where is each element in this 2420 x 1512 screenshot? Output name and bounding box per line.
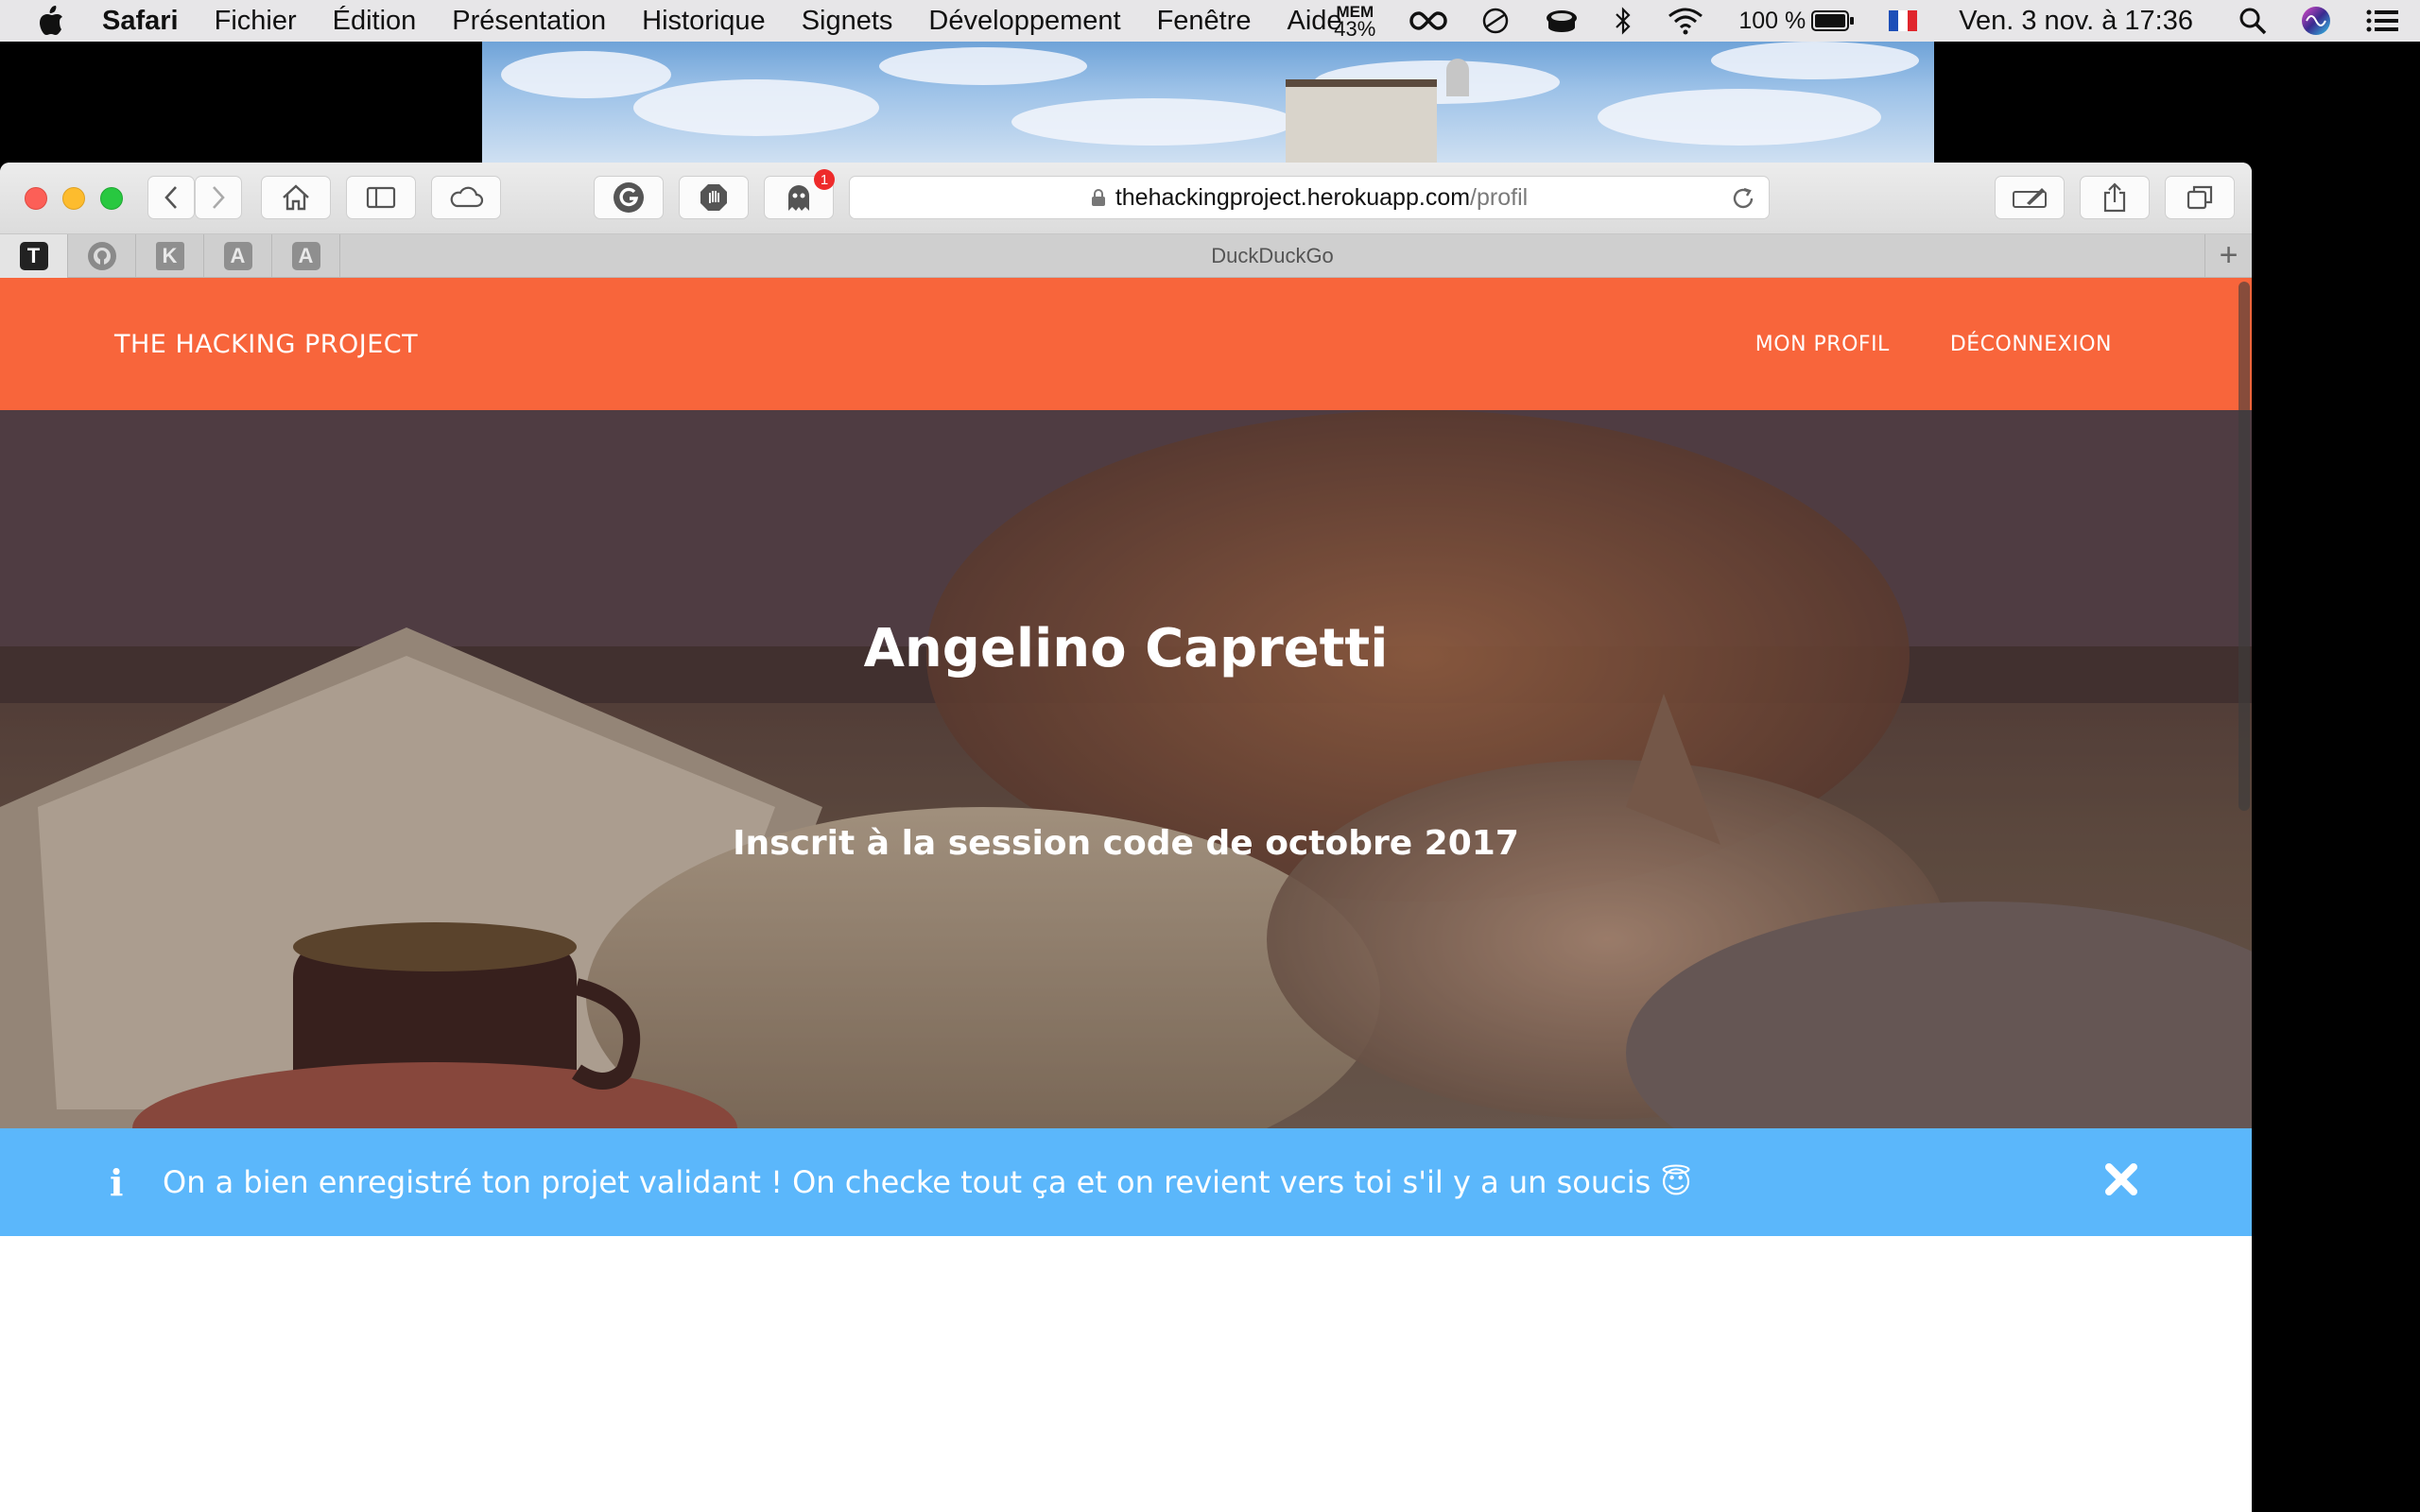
apple-menu-icon[interactable] bbox=[38, 6, 66, 36]
pinned-tab-a-icon: A bbox=[223, 241, 252, 270]
pinned-tab-github[interactable] bbox=[68, 233, 136, 278]
safari-window: 1 thehackingproject.herokuapp.com/profil… bbox=[0, 163, 2252, 1512]
spotlight-search-icon[interactable] bbox=[2238, 7, 2267, 35]
browser-toolbar: 1 thehackingproject.herokuapp.com/profil bbox=[0, 163, 2252, 234]
battery-icon[interactable] bbox=[1811, 9, 1855, 32]
share-icon bbox=[2103, 182, 2126, 213]
info-icon: i bbox=[110, 1160, 124, 1204]
ghostery-extension-button[interactable]: 1 bbox=[764, 169, 835, 219]
desktop-wallpaper bbox=[482, 42, 1934, 163]
page-scrollbar[interactable] bbox=[2238, 282, 2250, 811]
battery-percentage[interactable]: 100 % bbox=[1738, 8, 1806, 35]
markup-button[interactable] bbox=[1995, 176, 2065, 219]
pinned-tab-k[interactable]: K bbox=[136, 233, 204, 278]
profile-hero: Angelino Capretti Inscrit à la session c… bbox=[0, 410, 2252, 1128]
pinned-tab-a-icon: A bbox=[291, 241, 320, 270]
web-page: THE HACKING PROJECT MON PROFIL DÉCONNEXI… bbox=[0, 278, 2252, 1512]
notification-badge: 1 bbox=[814, 169, 835, 190]
grammarly-icon bbox=[614, 182, 644, 213]
close-alert-icon[interactable] bbox=[2104, 1162, 2138, 1204]
sidebar-icon bbox=[366, 186, 396, 209]
pinned-tab-a-2[interactable]: A bbox=[272, 233, 340, 278]
nav-mon-profil[interactable]: MON PROFIL bbox=[1755, 333, 1890, 356]
memory-value: 43% bbox=[1334, 16, 1376, 41]
tab-overview-button[interactable] bbox=[2165, 176, 2235, 219]
tab-bar: T K A A DuckDuckGo + bbox=[0, 233, 2252, 278]
french-flag-icon[interactable] bbox=[1889, 10, 1918, 31]
nav-deconnexion[interactable]: DÉCONNEXION bbox=[1950, 333, 2112, 356]
pinned-tab-t[interactable]: T bbox=[0, 233, 68, 278]
pen-icon bbox=[2013, 188, 2047, 208]
address-bar[interactable]: thehackingproject.herokuapp.com/profil bbox=[849, 176, 1770, 219]
close-window-button[interactable] bbox=[25, 187, 47, 210]
chevron-left-icon bbox=[164, 186, 177, 209]
hero-overlay bbox=[0, 410, 2252, 1128]
menu-developpement[interactable]: Développement bbox=[928, 6, 1120, 37]
zoom-window-button[interactable] bbox=[100, 187, 123, 210]
profile-session: Inscrit à la session code de octobre 201… bbox=[733, 824, 1519, 863]
cloud-icon bbox=[450, 186, 484, 208]
menu-fichier[interactable]: Fichier bbox=[215, 6, 297, 37]
menu-edition[interactable]: Édition bbox=[333, 6, 417, 37]
github-icon bbox=[87, 241, 116, 270]
menu-historique[interactable]: Historique bbox=[642, 6, 766, 37]
bluetooth-icon[interactable] bbox=[1614, 6, 1633, 36]
coffee-cup-icon[interactable] bbox=[1544, 7, 1580, 35]
macos-menu-bar: Safari Fichier Édition Présentation Hist… bbox=[0, 0, 2420, 42]
app-menu-safari[interactable]: Safari bbox=[102, 6, 179, 37]
siri-icon[interactable] bbox=[2301, 6, 2331, 36]
menu-fenetre[interactable]: Fenêtre bbox=[1157, 6, 1252, 37]
menu-signets[interactable]: Signets bbox=[802, 6, 893, 37]
ghost-icon bbox=[788, 185, 809, 211]
icloud-tabs-button[interactable] bbox=[431, 176, 501, 219]
back-button[interactable] bbox=[147, 176, 195, 219]
chevron-right-icon bbox=[213, 186, 225, 209]
hand-stop-icon bbox=[700, 184, 727, 211]
url-path: /profil bbox=[1470, 183, 1529, 211]
new-tab-button[interactable]: + bbox=[2204, 233, 2252, 278]
forward-button[interactable] bbox=[195, 176, 242, 219]
notification-center-icon[interactable] bbox=[2365, 8, 2399, 34]
tab-duckduckgo[interactable]: DuckDuckGo bbox=[340, 244, 2204, 268]
minimize-window-button[interactable] bbox=[62, 187, 85, 210]
adblock-extension-button[interactable] bbox=[679, 176, 749, 219]
infinity-icon[interactable] bbox=[1409, 9, 1448, 32]
site-brand-link[interactable]: THE HACKING PROJECT bbox=[114, 330, 418, 359]
pinned-tab-a-1[interactable]: A bbox=[204, 233, 272, 278]
home-icon bbox=[283, 184, 309, 211]
alert-message: On a bien enregistré ton projet validant… bbox=[163, 1164, 1692, 1200]
clock[interactable]: Ven. 3 nov. à 17:36 bbox=[1959, 6, 2193, 37]
grammarly-extension-button[interactable] bbox=[594, 176, 664, 219]
pinned-tab-t-icon: T bbox=[19, 241, 48, 270]
url-host: thehackingproject.herokuapp.com bbox=[1115, 183, 1471, 211]
profile-name: Angelino Capretti bbox=[863, 618, 1389, 679]
sidebar-toggle-button[interactable] bbox=[346, 176, 416, 219]
pinned-tab-k-icon: K bbox=[155, 241, 184, 270]
share-button[interactable] bbox=[2080, 176, 2150, 219]
site-navbar: THE HACKING PROJECT MON PROFIL DÉCONNEXI… bbox=[0, 278, 2252, 410]
info-alert: i On a bien enregistré ton projet valida… bbox=[0, 1128, 2252, 1236]
reload-icon[interactable] bbox=[1731, 186, 1755, 217]
wifi-icon[interactable] bbox=[1667, 7, 1704, 35]
home-button[interactable] bbox=[261, 176, 331, 219]
blocked-circle-icon[interactable] bbox=[1481, 7, 1510, 35]
lock-icon bbox=[1091, 188, 1106, 207]
memory-status[interactable]: MEM 43% bbox=[1334, 4, 1376, 41]
tabs-icon bbox=[2187, 185, 2213, 210]
menu-presentation[interactable]: Présentation bbox=[452, 6, 606, 37]
